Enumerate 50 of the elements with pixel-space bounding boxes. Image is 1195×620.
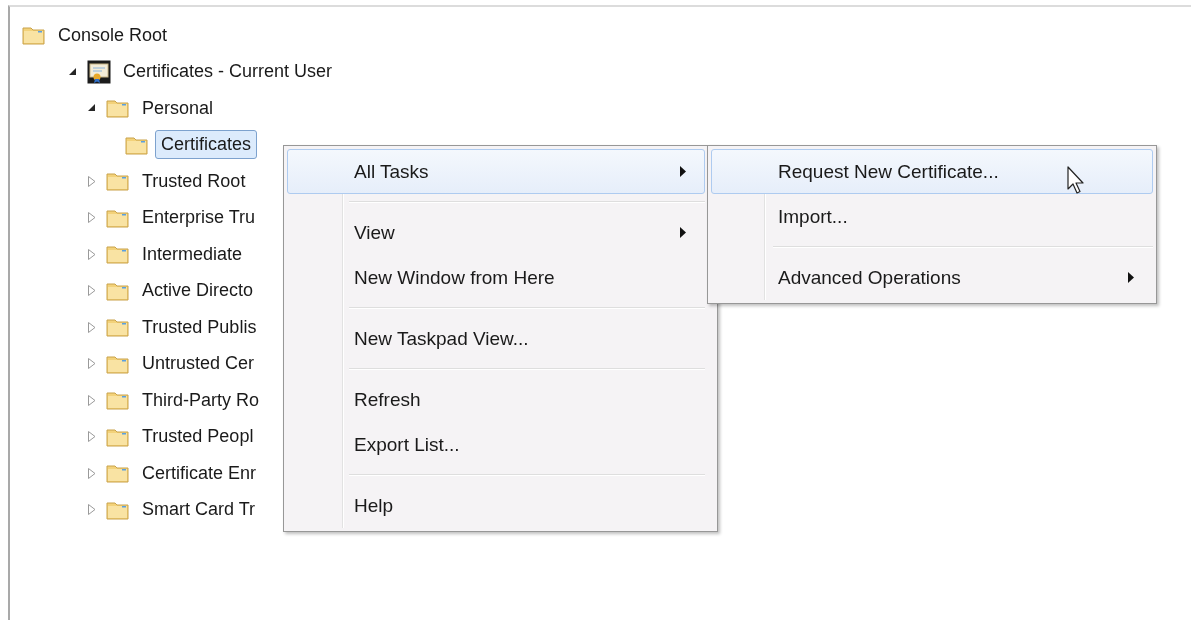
folder-icon bbox=[106, 280, 130, 301]
menu-item[interactable]: New Window from Here bbox=[287, 255, 705, 300]
tree-item[interactable]: Third-Party Ro bbox=[136, 385, 266, 415]
menu-item[interactable]: Import... bbox=[711, 194, 1153, 239]
tree-item[interactable]: Certificates bbox=[155, 130, 258, 160]
expand-arrow-icon[interactable] bbox=[88, 175, 96, 187]
tree-item[interactable]: Trusted Root bbox=[136, 166, 252, 196]
menu-item[interactable]: View bbox=[287, 210, 705, 255]
folder-icon bbox=[106, 463, 130, 484]
tree-item[interactable]: Certificate Enr bbox=[136, 458, 263, 488]
expand-arrow-icon[interactable] bbox=[88, 394, 96, 406]
tree-item[interactable]: Personal bbox=[136, 93, 220, 123]
folder-icon bbox=[106, 317, 130, 338]
tree-item[interactable]: Console Root bbox=[52, 20, 174, 50]
certificate-icon bbox=[87, 59, 111, 84]
folder-icon bbox=[106, 171, 130, 192]
menu-item[interactable]: New Taskpad View... bbox=[287, 316, 705, 361]
menu-item[interactable]: Help bbox=[287, 483, 705, 528]
menu-item[interactable]: Advanced Operations bbox=[711, 255, 1153, 300]
folder-icon bbox=[125, 134, 149, 155]
tree-item[interactable]: Certificates - Current User bbox=[117, 57, 339, 87]
expand-arrow-icon[interactable] bbox=[88, 467, 96, 479]
folder-icon bbox=[22, 25, 46, 46]
menu-item[interactable]: Request New Certificate... bbox=[711, 149, 1153, 194]
tree-item[interactable]: Untrusted Cer bbox=[136, 349, 261, 379]
folder-icon bbox=[106, 390, 130, 411]
tree-item[interactable]: Trusted Peopl bbox=[136, 422, 260, 452]
folder-icon bbox=[106, 426, 130, 447]
collapse-arrow-icon[interactable] bbox=[88, 104, 96, 113]
folder-icon bbox=[106, 244, 130, 265]
menu-item[interactable]: All Tasks bbox=[287, 149, 705, 194]
menu-item[interactable]: Refresh bbox=[287, 377, 705, 422]
tree-item[interactable]: Active Directo bbox=[136, 276, 260, 306]
expand-arrow-icon[interactable] bbox=[88, 248, 96, 260]
folder-icon bbox=[106, 207, 130, 228]
tree-item[interactable]: Trusted Publis bbox=[136, 312, 263, 342]
folder-icon bbox=[106, 98, 130, 119]
menu-item[interactable]: Export List... bbox=[287, 422, 705, 467]
expand-arrow-icon[interactable] bbox=[88, 212, 96, 224]
expand-arrow-icon[interactable] bbox=[88, 504, 96, 516]
tree-item[interactable]: Intermediate bbox=[136, 239, 249, 269]
tree-item[interactable]: Smart Card Tr bbox=[136, 495, 262, 525]
folder-icon bbox=[106, 353, 130, 374]
tree-item[interactable]: Enterprise Tru bbox=[136, 203, 262, 233]
expand-arrow-icon[interactable] bbox=[88, 431, 96, 443]
expand-arrow-icon[interactable] bbox=[88, 358, 96, 370]
expand-arrow-icon[interactable] bbox=[88, 285, 96, 297]
collapse-arrow-icon[interactable] bbox=[69, 67, 77, 76]
folder-icon bbox=[106, 499, 130, 520]
expand-arrow-icon[interactable] bbox=[88, 321, 96, 333]
